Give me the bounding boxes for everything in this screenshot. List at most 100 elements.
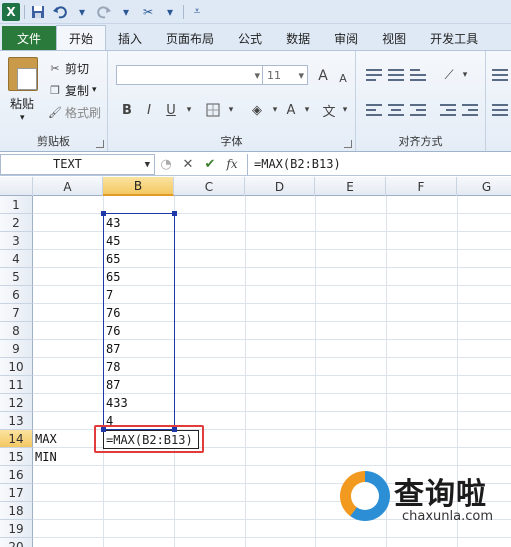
chevron-down-icon: ▾ — [92, 85, 97, 95]
row-header-16[interactable]: 16 — [0, 466, 33, 484]
separator-handle[interactable]: ◔ — [155, 154, 177, 175]
cancel-button[interactable]: ✕ — [177, 154, 199, 175]
tab-insert[interactable]: 插入 — [106, 26, 154, 50]
column-header-b[interactable]: B — [103, 177, 174, 196]
row-header-5[interactable]: 5 — [0, 268, 33, 286]
tab-data[interactable]: 数据 — [274, 26, 322, 50]
bold-button[interactable]: B — [118, 101, 136, 119]
save-icon[interactable] — [29, 3, 47, 21]
align-bottom-icon[interactable] — [410, 67, 426, 83]
wrap-text-icon[interactable] — [492, 67, 508, 83]
borders-icon[interactable] — [204, 101, 222, 119]
chevron-down-icon[interactable]: ▾ — [180, 101, 198, 119]
row-header-6[interactable]: 6 — [0, 286, 33, 304]
row-header-18[interactable]: 18 — [0, 502, 33, 520]
name-box[interactable]: TEXT ▼ — [0, 153, 155, 175]
range-handle[interactable] — [101, 211, 106, 216]
grow-font-button[interactable]: A — [314, 67, 332, 85]
row-header-13[interactable]: 13 — [0, 412, 33, 430]
row-header-15[interactable]: 15 — [0, 448, 33, 466]
decrease-indent-icon[interactable] — [440, 102, 456, 118]
align-right-icon[interactable] — [410, 102, 426, 118]
watermark-title: 查询啦 — [394, 477, 487, 512]
column-header-d[interactable]: D — [245, 177, 315, 196]
paste-icon[interactable] — [8, 57, 38, 91]
enter-button[interactable]: ✔ — [199, 154, 221, 175]
range-reference-box — [103, 213, 175, 430]
chevron-down-icon[interactable]: ▾ — [336, 101, 354, 119]
row-header-9[interactable]: 9 — [0, 340, 33, 358]
customize-icon[interactable]: ⩡ — [188, 3, 206, 21]
tab-review[interactable]: 审阅 — [322, 26, 370, 50]
fill-color-icon[interactable]: ◈ — [248, 101, 266, 119]
select-all-corner[interactable] — [0, 177, 33, 196]
range-handle[interactable] — [172, 427, 177, 432]
clipboard-group: 粘贴 ▾ ✂ 剪切 ❐ 复制 ▾ 🖌 格式刷 剪贴板 — [0, 51, 108, 151]
cell-a14[interactable]: MAX — [33, 430, 57, 448]
dialog-launcher-icon[interactable] — [96, 140, 104, 148]
chevron-down-icon[interactable]: ▾ — [20, 113, 25, 123]
chevron-down-icon[interactable]: ▾ — [456, 66, 474, 84]
align-middle-icon[interactable] — [388, 67, 404, 83]
chevron-down-icon[interactable]: ▾ — [117, 3, 135, 21]
dialog-launcher-icon[interactable] — [344, 140, 352, 148]
column-header-e[interactable]: E — [315, 177, 386, 196]
alignment-group-label: 对齐方式 — [398, 135, 443, 148]
undo-icon[interactable] — [51, 3, 69, 21]
font-size-value: 11 — [267, 68, 281, 82]
shrink-font-button[interactable]: A — [334, 69, 352, 87]
cell-a15[interactable]: MIN — [33, 448, 57, 466]
align-top-icon[interactable] — [366, 67, 382, 83]
tab-home[interactable]: 开始 — [56, 25, 107, 50]
chevron-down-icon[interactable]: ▾ — [222, 101, 240, 119]
format-painter-icon[interactable]: ✂ — [139, 3, 157, 21]
row-header-12[interactable]: 12 — [0, 394, 33, 412]
chevron-down-icon[interactable]: ▾ — [73, 3, 91, 21]
column-header-a[interactable]: A — [33, 177, 103, 196]
range-handle[interactable] — [101, 427, 106, 432]
align-left-icon[interactable] — [366, 102, 382, 118]
tab-file[interactable]: 文件 — [2, 26, 56, 50]
chevron-down-icon[interactable]: ▾ — [298, 101, 316, 119]
tab-view[interactable]: 视图 — [370, 26, 418, 50]
chevron-down-icon[interactable]: ▾ — [161, 3, 179, 21]
row-header-4[interactable]: 4 — [0, 250, 33, 268]
row-header-10[interactable]: 10 — [0, 358, 33, 376]
chevron-down-icon: ▾ — [298, 68, 304, 82]
row-header-14[interactable]: 14 — [0, 430, 33, 448]
align-center-icon[interactable] — [388, 102, 404, 118]
italic-button[interactable]: I — [140, 101, 158, 119]
highlight-box — [94, 425, 204, 453]
clipboard-group-label: 剪贴板 — [37, 135, 70, 148]
row-header-3[interactable]: 3 — [0, 232, 33, 250]
font-name-combo[interactable]: ▾ — [116, 65, 264, 85]
cut-button[interactable]: ✂ 剪切 — [48, 59, 89, 77]
column-header-f[interactable]: F — [386, 177, 457, 196]
row-header-17[interactable]: 17 — [0, 484, 33, 502]
formula-input[interactable]: =MAX(B2:B13) — [247, 153, 511, 175]
tab-page-layout[interactable]: 页面布局 — [154, 26, 226, 50]
row-header-7[interactable]: 7 — [0, 304, 33, 322]
underline-button[interactable]: U — [162, 101, 180, 119]
format-painter-button[interactable]: 🖌 格式刷 — [48, 103, 101, 121]
tab-developer[interactable]: 开发工具 — [418, 26, 490, 50]
row-header-8[interactable]: 8 — [0, 322, 33, 340]
font-size-combo[interactable]: 11 ▾ — [262, 65, 308, 85]
row-header-20[interactable]: 20 — [0, 538, 33, 547]
merge-center-icon[interactable] — [492, 102, 508, 118]
paste-button[interactable]: 粘贴 — [10, 95, 34, 112]
increase-indent-icon[interactable] — [462, 102, 478, 118]
copy-button[interactable]: ❐ 复制 ▾ — [48, 81, 97, 99]
redo-icon[interactable] — [95, 3, 113, 21]
row-header-1[interactable]: 1 — [0, 196, 33, 214]
column-header-c[interactable]: C — [174, 177, 245, 196]
separator — [24, 4, 25, 19]
insert-function-button[interactable]: fx — [221, 154, 243, 175]
row-header-2[interactable]: 2 — [0, 214, 33, 232]
column-header-g[interactable]: G — [457, 177, 511, 196]
tab-formulas[interactable]: 公式 — [226, 26, 274, 50]
row-header-11[interactable]: 11 — [0, 376, 33, 394]
row-header-19[interactable]: 19 — [0, 520, 33, 538]
range-handle[interactable] — [172, 211, 177, 216]
ribbon-tabs: 文件 开始 插入 页面布局 公式 数据 审阅 视图 开发工具 — [0, 24, 511, 50]
